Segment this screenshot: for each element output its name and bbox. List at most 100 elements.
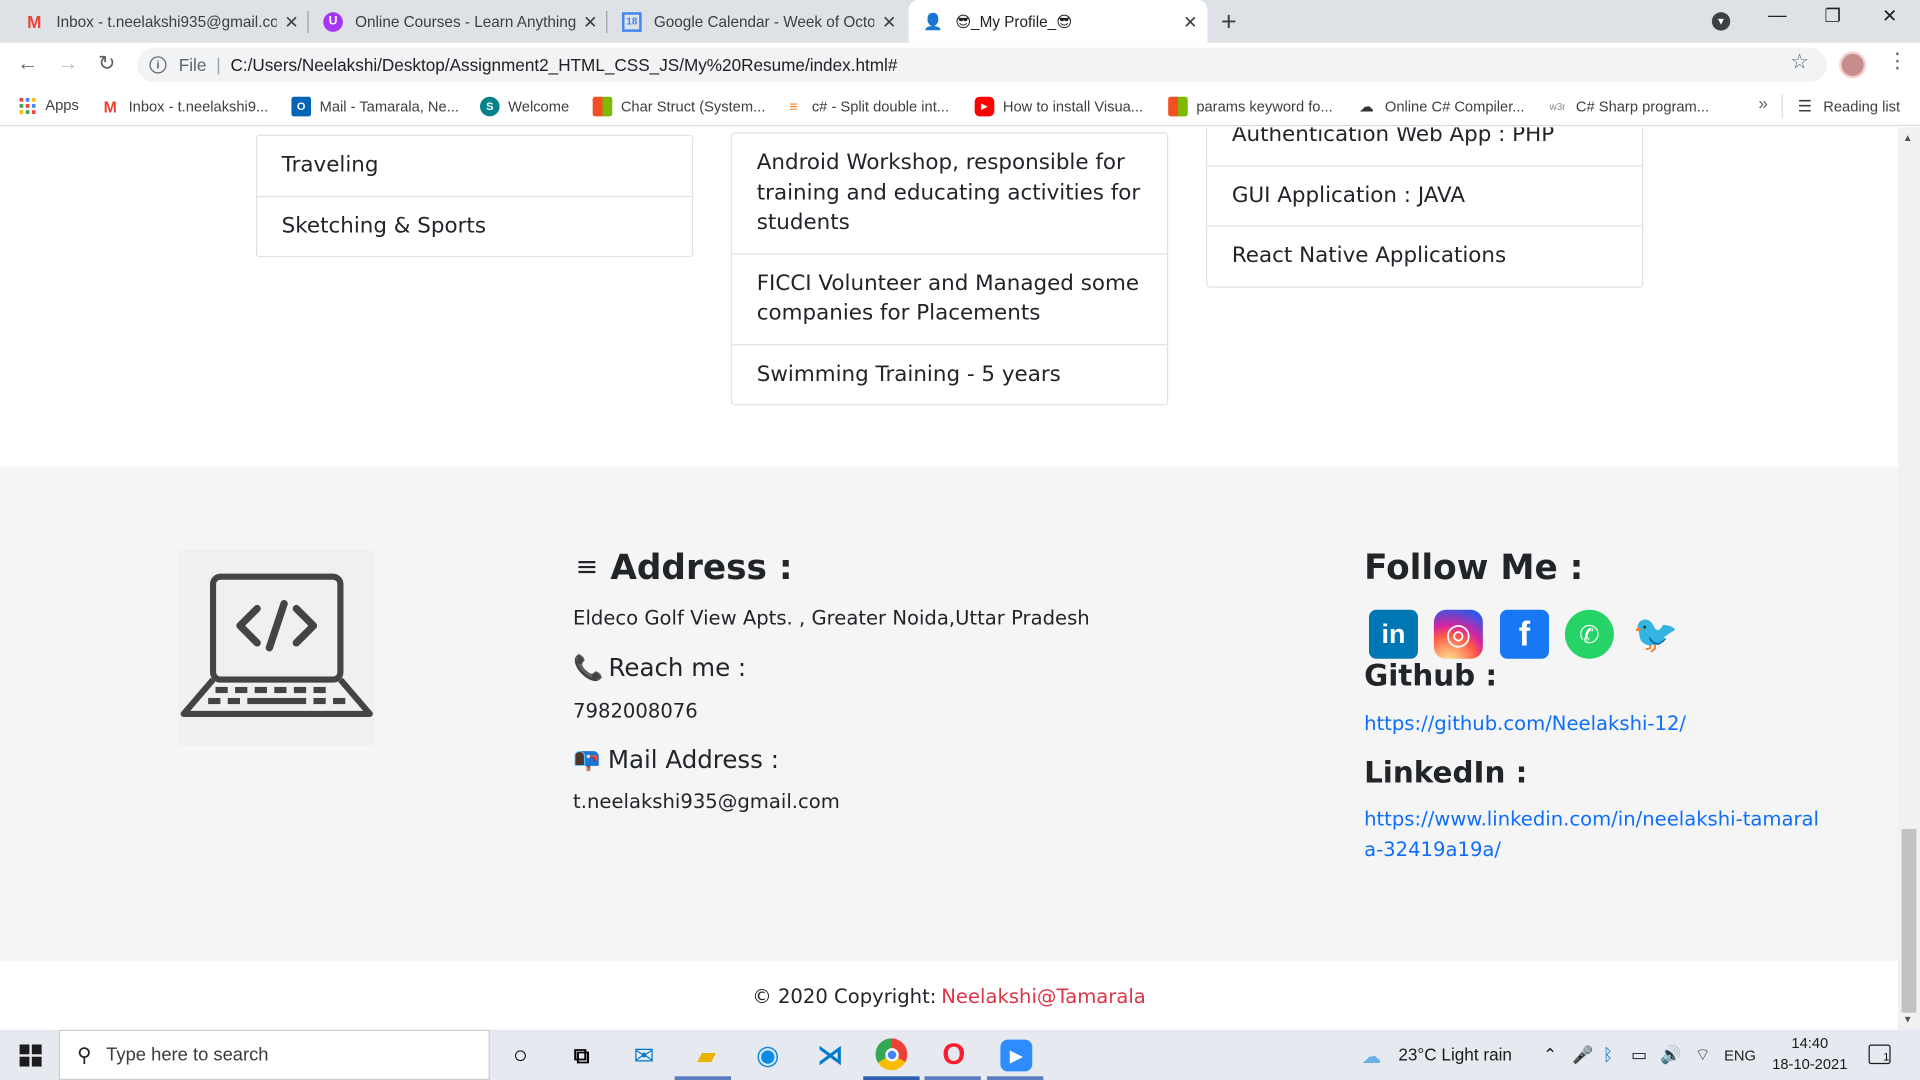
bookmark-label: Mail - Tamarala, Ne... [319, 97, 459, 116]
language-indicator[interactable]: ENG [1724, 1047, 1756, 1064]
address-text: Eldeco Golf View Apts. , Greater Noida,U… [573, 606, 1090, 630]
cortana-icon[interactable]: ○ [504, 1040, 536, 1072]
github-link[interactable]: https://github.com/Neelakshi-12/ [1364, 708, 1686, 739]
bookmark-apps[interactable]: Apps [19, 96, 79, 114]
tab-title: Inbox - t.neelakshi935@gmail.co [56, 12, 277, 31]
bookmark-label: Apps [45, 96, 79, 114]
edge-browser-icon[interactable]: ◉ [752, 1040, 784, 1072]
reading-list-label: Reading list [1823, 97, 1901, 116]
maximize-button[interactable]: ❐ [1824, 5, 1840, 27]
minimize-button[interactable]: — [1768, 5, 1786, 26]
mail-heading: 📭 Mail Address : [573, 744, 779, 773]
close-tab-icon[interactable]: ✕ [1183, 12, 1197, 33]
task-view-icon[interactable]: ⧉ [566, 1040, 598, 1072]
chrome-icon[interactable] [875, 1038, 908, 1071]
address-bar[interactable]: i File | C:/Users/Neelakshi/Desktop/Assi… [137, 47, 1827, 83]
taskbar-search-box[interactable]: ⚲ Type here to search [58, 1029, 490, 1080]
battery-icon[interactable]: ▭ [1631, 1044, 1647, 1065]
facebook-icon[interactable]: f [1500, 609, 1549, 659]
microsoft-icon [592, 96, 613, 117]
scrollbar-thumb[interactable] [1901, 828, 1917, 1013]
weather-icon[interactable]: ☁ [1362, 1044, 1382, 1068]
windows-start-icon[interactable] [19, 1044, 42, 1067]
bookmark-label: C# Sharp program... [1575, 97, 1710, 116]
forward-button[interactable]: → [58, 51, 79, 75]
back-button[interactable]: ← [17, 51, 38, 75]
outlook-icon: O [291, 96, 312, 117]
info-icon[interactable]: i [149, 56, 167, 74]
hobbies-list: Traveling Sketching & Sports [255, 134, 694, 258]
tab-udemy[interactable]: U Online Courses - Learn Anything, ✕ [309, 0, 608, 43]
address-lines-icon: ≡ [575, 552, 599, 583]
code-laptop-logo [178, 549, 375, 746]
scroll-up-arrow[interactable]: ▲ [1903, 132, 1913, 143]
chrome-active-indicator [863, 1076, 920, 1080]
bookmark-char-struct[interactable]: Char Struct (System... [592, 96, 765, 117]
phone-number: 7982008076 [573, 699, 698, 723]
close-tab-icon[interactable]: ✕ [583, 12, 597, 33]
volume-icon[interactable]: 🔊 [1660, 1044, 1681, 1065]
bookmark-label: How to install Visua... [1002, 97, 1144, 116]
bookmark-params[interactable]: params keyword fo... [1168, 96, 1333, 117]
stackoverflow-icon: ≡ [789, 97, 798, 116]
tab-strip: M Inbox - t.neelakshi935@gmail.co ✕ U On… [0, 0, 1920, 43]
menu-icon[interactable]: ⋮ [1887, 49, 1908, 73]
github-heading: Github : [1364, 658, 1498, 694]
linkedin-link[interactable]: https://www.linkedin.com/in/neelakshi-ta… [1364, 803, 1829, 864]
reload-button[interactable]: ↻ [98, 51, 115, 75]
reading-list-button[interactable]: ☰ Reading list [1795, 97, 1900, 117]
microsoft-icon [1168, 96, 1188, 117]
weather-text[interactable]: 23°C Light rain [1398, 1044, 1512, 1064]
mail-app-icon[interactable]: ✉ [628, 1040, 660, 1072]
bookmark-gmail[interactable]: M Inbox - t.neelakshi9... [100, 97, 269, 117]
tab-title: Online Courses - Learn Anything, [355, 12, 576, 31]
wifi-icon[interactable]: ⌔ [1695, 1044, 1711, 1066]
tab-my-profile[interactable]: 👤 😎_My Profile_😎 ✕ [908, 0, 1208, 43]
tab-search-icon[interactable]: ▼ [1711, 12, 1731, 31]
new-tab-button[interactable]: + [1221, 6, 1237, 38]
tab-calendar[interactable]: 18 Google Calendar - Week of Octob ✕ [607, 0, 906, 43]
profile-avatar[interactable] [1839, 51, 1867, 79]
scroll-down-arrow[interactable]: ▼ [1903, 1014, 1913, 1025]
twitter-icon[interactable]: 🐦 [1631, 610, 1680, 659]
bluetooth-icon[interactable]: ᛒ [1603, 1044, 1613, 1064]
explorer-active-indicator [674, 1076, 732, 1080]
browser-toolbar: ← → ↻ i File | C:/Users/Neelakshi/Deskto… [0, 42, 1920, 87]
bookmark-star-icon[interactable]: ☆ [1790, 50, 1809, 74]
microphone-icon[interactable]: 🎤 [1572, 1044, 1593, 1065]
whatsapp-icon[interactable]: ✆ [1564, 609, 1614, 659]
bookmark-label: Inbox - t.neelakshi9... [128, 97, 269, 116]
bookmark-welcome[interactable]: S Welcome [480, 96, 569, 117]
bookmarks-bar: Apps M Inbox - t.neelakshi9... O Mail - … [0, 86, 1920, 127]
close-window-button[interactable]: ✕ [1882, 5, 1897, 27]
linkedin-icon[interactable]: in [1368, 609, 1418, 659]
system-clock[interactable]: 14:40 18-10-2021 [1771, 1033, 1849, 1075]
search-icon: ⚲ [77, 1045, 92, 1066]
udemy-icon: U [323, 11, 343, 32]
close-tab-icon[interactable]: ✕ [882, 12, 896, 33]
bookmark-outlook[interactable]: O Mail - Tamarala, Ne... [291, 96, 459, 117]
list-item: React Native Applications [1207, 225, 1643, 286]
zoom-icon[interactable]: ▶ [1000, 1039, 1033, 1072]
apps-grid-icon [19, 97, 36, 114]
phone-icon: 📞 [573, 652, 604, 683]
reading-list-icon: ☰ [1797, 96, 1813, 116]
copyright-link[interactable]: Neelakshi@Tamarala [941, 984, 1146, 1007]
bookmarks-overflow-button[interactable]: » [1758, 93, 1768, 113]
notification-center-icon[interactable]: 1 [1868, 1044, 1891, 1065]
bookmark-stackoverflow[interactable]: ≡ c# - Split double int... [784, 97, 949, 117]
page-viewport: Traveling Sketching & Sports Android Wor… [0, 127, 1898, 1030]
bookmark-compiler[interactable]: ☁ Online C# Compiler... [1357, 97, 1524, 117]
opera-icon[interactable]: O [938, 1038, 970, 1071]
show-hidden-icons[interactable]: ⌃ [1543, 1044, 1557, 1065]
close-tab-icon[interactable]: ✕ [284, 12, 298, 33]
bookmark-w3resource[interactable]: w3r C# Sharp program... [1548, 97, 1709, 117]
tab-gmail[interactable]: M Inbox - t.neelakshi935@gmail.co ✕ [10, 0, 309, 43]
calendar-icon: 18 [622, 11, 642, 32]
file-explorer-icon[interactable]: ▰ [691, 1040, 723, 1072]
list-item: Swimming Training - 5 years [732, 343, 1167, 404]
instagram-icon[interactable]: ◎ [1433, 609, 1483, 659]
bookmark-youtube[interactable]: ▶ How to install Visua... [974, 96, 1144, 117]
mail-title: Mail Address : [607, 744, 779, 774]
vscode-icon[interactable]: ⋊ [814, 1040, 846, 1072]
